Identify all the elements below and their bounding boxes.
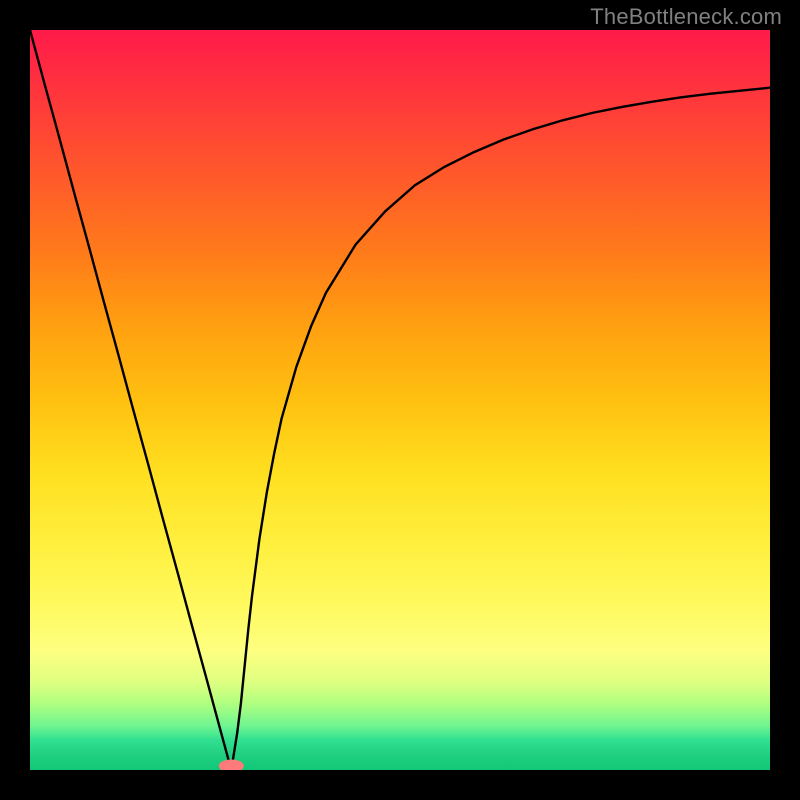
- optimum-marker: [219, 760, 243, 770]
- bottleneck-curve: [30, 30, 770, 770]
- plot-area: [30, 30, 770, 770]
- curve-svg: [30, 30, 770, 770]
- chart-container: TheBottleneck.com: [0, 0, 800, 800]
- watermark-text: TheBottleneck.com: [590, 4, 782, 30]
